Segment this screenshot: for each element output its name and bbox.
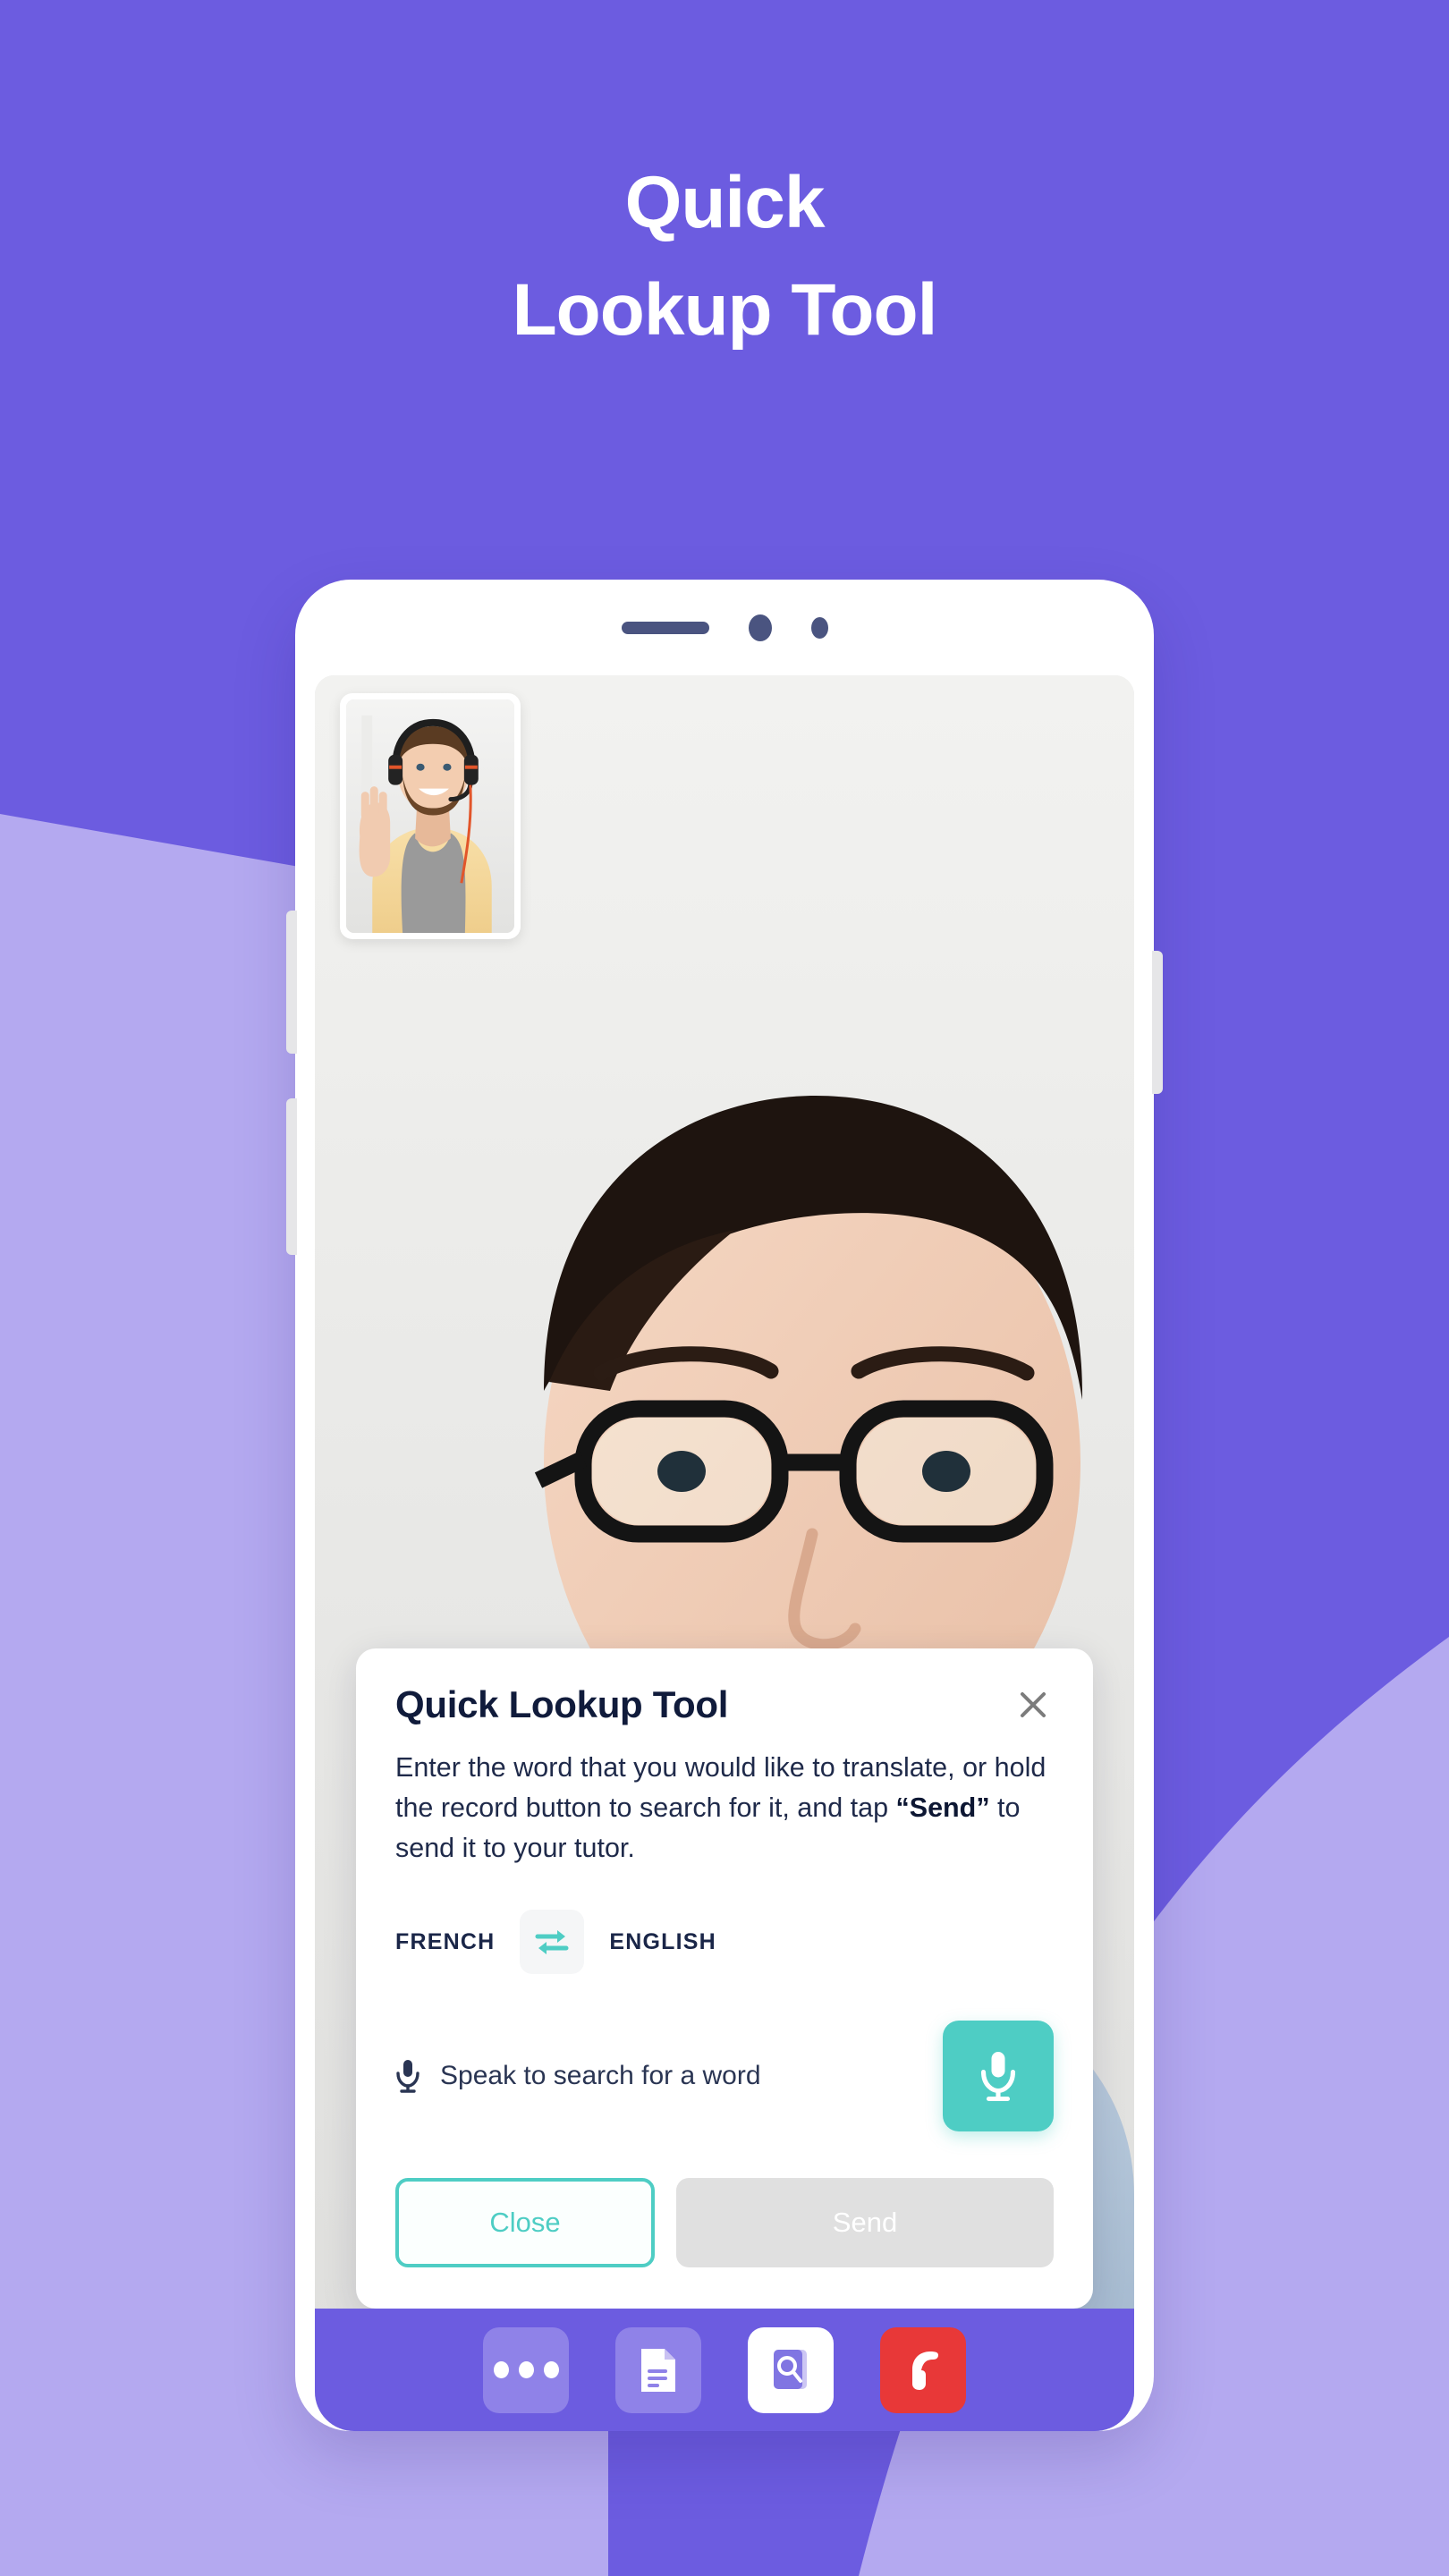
sensor-dot-icon [810,617,828,639]
phone-frame: Quick Lookup Tool Enter the word that yo… [286,580,1163,2431]
phone-icon [912,2351,938,2390]
dialog-title: Quick Lookup Tool [395,1682,729,1725]
microphone-icon [980,2052,1016,2102]
dialog-description: Enter the word that you would like to tr… [395,1748,1054,1868]
volume-up-button[interactable] [286,911,297,1054]
speak-input-row: Speak to search for a word [395,2021,1054,2131]
quick-lookup-dialog: Quick Lookup Tool Enter the word that yo… [356,1648,1093,2309]
page-title-line-1: Quick [624,162,826,243]
close-button[interactable]: Close [395,2178,655,2267]
document-icon [641,2348,675,2392]
page-title-line-2: Lookup Tool [512,269,938,351]
record-button[interactable] [943,2021,1054,2131]
tutor-on-video [346,699,514,933]
more-options-button[interactable] [483,2326,569,2413]
volume-down-button[interactable] [286,1098,297,1255]
pip-video-inner [346,699,514,933]
speak-placeholder-text[interactable]: Speak to search for a word [440,2061,923,2091]
speaker-grille-icon [621,622,709,634]
dialog-header: Quick Lookup Tool [395,1682,1054,1725]
language-selector-row: FRENCH ENGLISH [395,1910,1054,1974]
front-camera-icon [748,614,772,641]
swap-languages-button[interactable] [520,1910,585,1974]
power-button[interactable] [1152,951,1163,1094]
dictionary-search-icon [774,2349,807,2389]
phone-screen: Quick Lookup Tool Enter the word that yo… [315,675,1134,2431]
ellipsis-icon [493,2361,559,2378]
language-from[interactable]: FRENCH [395,1929,495,1955]
documents-button[interactable] [615,2326,701,2413]
call-toolbar [315,2309,1134,2431]
dialog-button-row: Close Send [395,2178,1054,2267]
phone-top-bezel [295,580,1154,676]
language-to[interactable]: ENGLISH [609,1929,716,1955]
dictionary-button[interactable] [748,2326,834,2413]
swap-arrows-icon [535,1930,569,1954]
close-icon[interactable] [1013,1684,1054,1725]
end-call-button[interactable] [880,2326,966,2413]
dialog-description-emphasis: “Send” [895,1792,990,1823]
send-button[interactable]: Send [676,2178,1054,2267]
page-title: Quick Lookup Tool [0,166,1449,347]
microphone-icon [396,2060,419,2093]
pip-video-tile[interactable] [340,693,521,939]
